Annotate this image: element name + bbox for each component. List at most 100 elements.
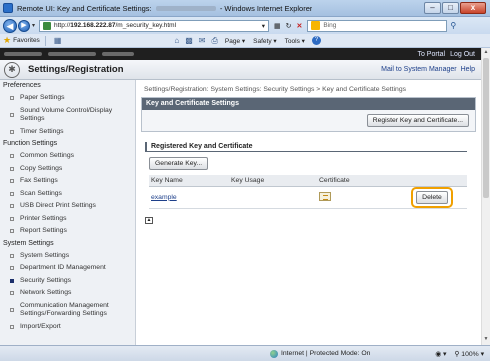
bullet-icon [10,154,14,159]
sidebar-item-sound-volume[interactable]: Sound Volume Control/Display Settings [0,105,135,126]
zoom-level: 100% [461,350,479,358]
address-field[interactable]: http://192.168.222.87/m_security_key.htm… [39,19,270,32]
help-icon[interactable]: ? [311,36,321,45]
sidebar: Preferences Paper Settings Sound Volume … [0,80,136,345]
certificate-icon[interactable] [319,191,331,201]
page-header: ✱ Settings/Registration Mail to System M… [0,60,481,80]
window-title-bar: Remote UI: Key and Certificate Settings:… [0,0,490,17]
sidebar-item-label: Paper Settings [20,94,65,102]
internet-zone-icon [270,349,278,358]
forward-button[interactable]: ▶ [18,19,30,32]
sidebar-item-scan-settings[interactable]: Scan Settings [0,188,135,201]
bullet-icon [10,324,14,329]
sidebar-item-label: Network Settings [20,289,72,297]
device-band: To Portal Log Out [0,48,481,60]
settings-tools-icon: ✱ [4,61,20,78]
tools-menu[interactable]: Tools ▾ [285,37,305,45]
bullet-icon [10,216,14,221]
scroll-up-icon[interactable]: ▲ [482,49,490,57]
maximize-button[interactable]: □ [442,2,459,14]
sidebar-item-printer-settings[interactable]: Printer Settings [0,213,135,226]
scroll-thumb[interactable] [483,58,489,198]
register-key-certificate-button[interactable]: Register Key and Certificate... [366,114,469,127]
sidebar-item-communication-management[interactable]: Communication Management Settings/Forwar… [0,300,135,321]
history-dropdown-icon[interactable]: ▾ [32,22,35,29]
sidebar-item-label: USB Direct Print Settings [20,202,96,210]
sidebar-item-label: Report Settings [20,227,67,235]
sidebar-heading-function: Function Settings [3,140,58,147]
close-window-button[interactable]: x [460,2,486,14]
sidebar-item-department-id[interactable]: Department ID Management [0,262,135,275]
sidebar-item-security-settings[interactable]: Security Settings [0,275,135,288]
key-name-link[interactable]: example [151,194,177,201]
column-header-certificate: Certificate [317,175,395,187]
protected-mode-icon[interactable]: ◉ ▾ [435,350,446,358]
stop-icon[interactable]: ✕ [297,22,303,30]
breadcrumb: Settings/Registration: System Settings: … [144,86,406,93]
window-title: Remote UI: Key and Certificate Settings:… [17,4,312,13]
compatibility-view-icon[interactable]: ▦ [274,22,281,30]
delete-button[interactable]: Delete [416,190,448,204]
favorites-star-icon[interactable]: ★ [3,35,11,46]
refresh-icon[interactable]: ↻ [286,22,292,30]
to-portal-link[interactable]: To Portal [417,51,445,58]
minimize-button[interactable]: – [424,2,441,14]
sidebar-item-common-settings[interactable]: Common Settings [0,150,135,163]
redacted-text [48,52,96,56]
mail-to-system-manager-link[interactable]: Mail to System Manager [381,66,456,73]
sidebar-item-timer-settings[interactable]: Timer Settings [0,126,135,139]
zoom-control[interactable]: ⚲ 100% ▾ [454,350,484,358]
bullet-active-icon [10,278,14,283]
favorites-button[interactable]: Favorites [13,37,40,44]
safety-menu[interactable]: Safety ▾ [253,37,277,45]
section-title: Registered Key and Certificate [145,142,467,152]
delete-highlight: Delete [411,186,453,208]
bullet-icon [10,253,14,258]
home-icon[interactable]: ⌂ [174,36,179,45]
url-text[interactable]: http://192.168.222.87/m_security_key.htm… [54,22,262,29]
sidebar-item-label: Import/Export [20,322,61,330]
log-out-link[interactable]: Log Out [450,51,475,58]
print-icon[interactable]: ⎙ [211,36,217,46]
ie-icon [3,3,13,13]
sidebar-item-usb-direct-print[interactable]: USB Direct Print Settings [0,200,135,213]
key-certificate-table: Key Name Key Usage Certificate example D… [149,175,467,209]
sidebar-item-copy-settings[interactable]: Copy Settings [0,163,135,176]
scroll-down-icon[interactable]: ▼ [482,336,490,344]
bullet-icon [10,129,14,134]
column-header-action [395,175,467,187]
tab-icon[interactable]: ▦ [54,36,62,45]
bullet-icon [10,113,14,117]
back-button[interactable]: ◀ [3,18,17,33]
url-scheme: http:// [54,22,71,29]
bullet-icon [10,229,14,234]
redacted-text [102,52,134,56]
sidebar-item-import-export[interactable]: Import/Export [0,321,135,334]
sidebar-item-label: Common Settings [20,152,75,160]
sidebar-item-paper-settings[interactable]: Paper Settings [0,92,135,105]
window-title-suffix: - Windows Internet Explorer [219,3,313,13]
address-dropdown-icon[interactable]: ▾ [262,22,265,30]
feeds-icon[interactable]: ▩ [185,36,193,45]
page-menu[interactable]: Page ▾ [225,37,245,45]
sidebar-item-report-settings[interactable]: Report Settings [0,225,135,238]
panel-title: Key and Certificate Settings [142,98,475,110]
generate-key-button[interactable]: Generate Key... [149,157,209,170]
window-title-prefix: Remote UI: Key and Certificate Settings: [17,3,152,13]
search-icon[interactable]: ⚲ [450,21,456,30]
bullet-icon [10,308,14,312]
search-input[interactable]: Bing [307,19,448,32]
mail-icon[interactable]: ✉ [199,36,206,45]
page-top-icon[interactable]: ▲ [145,216,153,224]
page-content: To Portal Log Out ✱ Settings/Registratio… [0,48,481,345]
zone-text: Internet | Protected Mode: On [281,350,371,357]
help-link[interactable]: Help [461,66,475,73]
sidebar-item-fax-settings[interactable]: Fax Settings [0,175,135,188]
sidebar-item-network-settings[interactable]: Network Settings [0,287,135,300]
sidebar-item-label: Communication Management Settings/Forwar… [20,302,109,317]
page-title: Settings/Registration [28,64,124,75]
vertical-scrollbar[interactable]: ▲ ▼ [481,48,490,345]
sidebar-item-label: Printer Settings [20,214,67,222]
sidebar-item-label: Timer Settings [20,127,64,135]
sidebar-item-system-settings[interactable]: System Settings [0,250,135,263]
